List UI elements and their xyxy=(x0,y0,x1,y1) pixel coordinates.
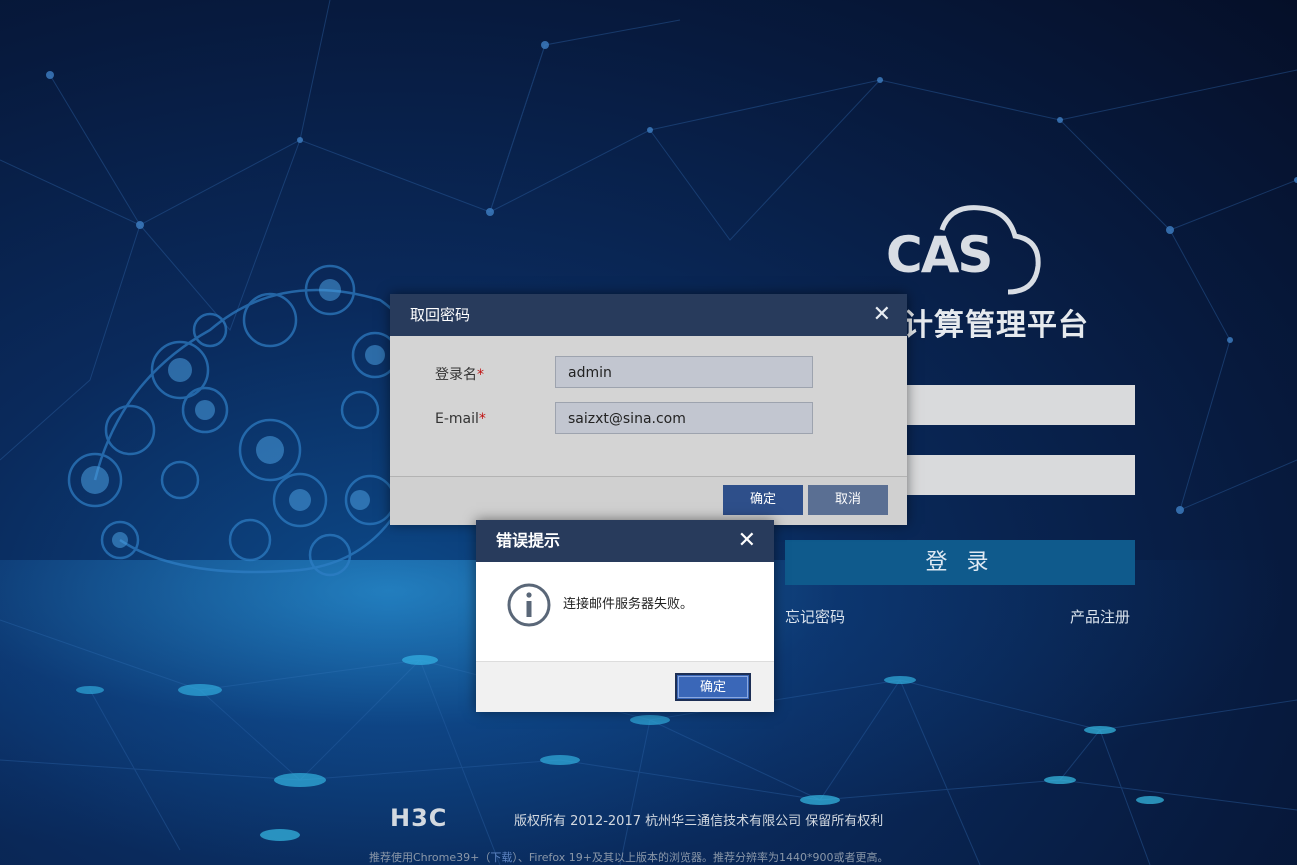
h3c-logo: H3C xyxy=(390,804,448,832)
cas-logo-text: CAS xyxy=(886,226,993,284)
retrieve-username-field[interactable]: admin xyxy=(555,356,813,388)
error-ok-button[interactable]: 确定 xyxy=(675,673,751,701)
retrieve-email-field[interactable]: saizxt@sina.com xyxy=(555,402,813,434)
login-button[interactable]: 登 录 xyxy=(785,540,1135,585)
error-dialog-title: 错误提示 xyxy=(496,531,561,550)
close-icon[interactable]: ✕ xyxy=(873,294,891,336)
copyright-text: 版权所有 2012-2017 杭州华三通信技术有限公司 保留所有权利 xyxy=(514,814,884,829)
browser-tip: 推荐使用Chrome39+（下载）、Firefox 19+及其以上版本的浏览器。… xyxy=(369,851,889,864)
username-label: 登录名* xyxy=(435,367,484,383)
info-icon xyxy=(507,583,551,627)
download-link[interactable]: 下载 xyxy=(490,851,512,864)
confirm-button[interactable]: 确定 xyxy=(723,485,803,515)
error-dialog: 错误提示 ✕ 连接邮件服务器失败。 确定 xyxy=(476,520,774,712)
forgot-password-link[interactable]: 忘记密码 xyxy=(785,606,845,627)
dialog-header: 取回密码 ✕ xyxy=(390,294,907,336)
product-register-link[interactable]: 产品注册 xyxy=(1070,606,1130,627)
close-icon[interactable]: ✕ xyxy=(738,520,756,562)
error-dialog-header: 错误提示 ✕ xyxy=(476,520,774,562)
error-message: 连接邮件服务器失败。 xyxy=(563,597,694,612)
cancel-button[interactable]: 取消 xyxy=(808,485,888,515)
app-title: 计算管理平台 xyxy=(903,308,1089,343)
email-label: E-mail* xyxy=(435,411,486,427)
retrieve-password-dialog: 取回密码 ✕ 登录名* admin E-mail* saizxt@sina.co… xyxy=(390,294,907,525)
dialog-title: 取回密码 xyxy=(410,306,471,324)
